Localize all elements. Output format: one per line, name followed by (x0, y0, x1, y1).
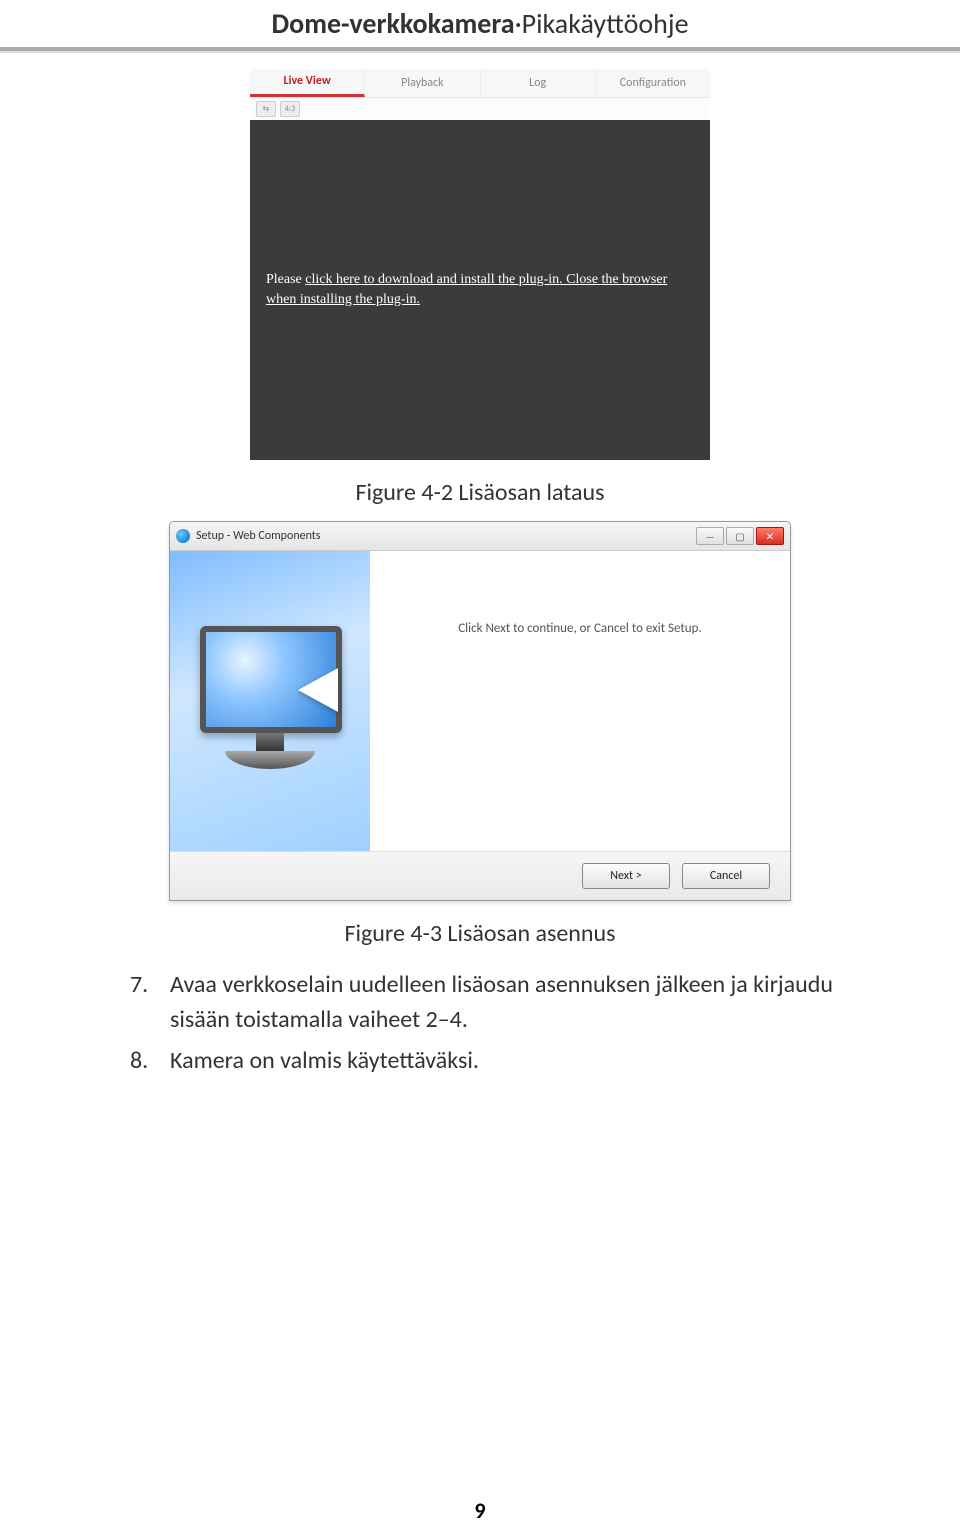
list-text: Avaa verkkoselain uudelleen lisäosan ase… (170, 968, 840, 1038)
wizard-instruction: Click Next to continue, or Cancel to exi… (458, 621, 701, 636)
wizard-footer: Next > Cancel (170, 851, 790, 900)
next-button[interactable]: Next > (582, 863, 670, 889)
monitor-graphic (200, 626, 340, 776)
title-rest: Pikakäyttöohje (522, 6, 689, 41)
close-icon: ✕ (766, 530, 774, 543)
tab-bar: Live View Playback Log Configuration (250, 69, 710, 98)
layout-toggle-button[interactable]: ⇆ (256, 101, 276, 117)
monitor-base (225, 751, 315, 769)
list-item: 8. Kamera on valmis käytettäväksi. (130, 1044, 840, 1079)
aspect-button[interactable]: 4:3 (280, 101, 300, 117)
page-header: Dome-verkkokamera·Pikakäyttöohje (0, 0, 960, 53)
minimize-button[interactable]: — (696, 527, 724, 545)
title-sep: · (515, 6, 522, 41)
wizard-sidebar-graphic (170, 551, 370, 851)
list-item: 7. Avaa verkkoselain uudelleen lisäosan … (130, 968, 840, 1038)
figure-caption-4-2: Figure 4-2 Lisäosan lataus (0, 478, 960, 507)
window-controls: — ▢ ✕ (696, 527, 784, 545)
arrow-into-monitor-icon (298, 668, 338, 712)
figure-caption-4-3: Figure 4-3 Lisäosan asennus (0, 919, 960, 948)
wizard-body: Click Next to continue, or Cancel to exi… (170, 551, 790, 851)
screenshot-setup-wizard: Setup - Web Components — ▢ ✕ (169, 521, 791, 901)
title-bold: Dome-verkkokamera (271, 6, 514, 41)
page-number: 9 (0, 1497, 960, 1524)
tab-live-view[interactable]: Live View (250, 69, 365, 97)
plugin-download-message: Please click here to download and instal… (266, 270, 694, 309)
wizard-content: Click Next to continue, or Cancel to exi… (370, 551, 790, 851)
plugin-msg-prefix: Please (266, 272, 305, 287)
header-divider (0, 47, 960, 53)
plugin-download-link[interactable]: click here to download and install the p… (266, 272, 667, 307)
cancel-button[interactable]: Cancel (682, 863, 770, 889)
monitor-stand (256, 733, 284, 751)
tab-configuration[interactable]: Configuration (596, 69, 710, 97)
tab-log[interactable]: Log (481, 69, 596, 97)
maximize-button[interactable]: ▢ (726, 527, 754, 545)
maximize-icon: ▢ (735, 530, 744, 543)
tab-playback[interactable]: Playback (365, 69, 480, 97)
screenshot-live-view: Live View Playback Log Configuration ⇆ 4… (250, 69, 710, 460)
minimize-icon: — (705, 530, 714, 543)
list-number: 7. (130, 968, 170, 1038)
list-number: 8. (130, 1044, 170, 1079)
viewer-toolbar: ⇆ 4:3 (250, 98, 710, 120)
instruction-list: 7. Avaa verkkoselain uudelleen lisäosan … (130, 968, 840, 1078)
setup-icon (176, 529, 190, 543)
window-title: Setup - Web Components (196, 529, 696, 543)
close-button[interactable]: ✕ (756, 527, 784, 545)
list-text: Kamera on valmis käytettäväksi. (170, 1044, 840, 1079)
page-title: Dome-verkkokamera·Pikakäyttöohje (0, 6, 960, 47)
window-titlebar: Setup - Web Components — ▢ ✕ (170, 522, 790, 551)
document-page: Dome-verkkokamera·Pikakäyttöohje Live Vi… (0, 0, 960, 1536)
video-viewer: Please click here to download and instal… (250, 120, 710, 460)
